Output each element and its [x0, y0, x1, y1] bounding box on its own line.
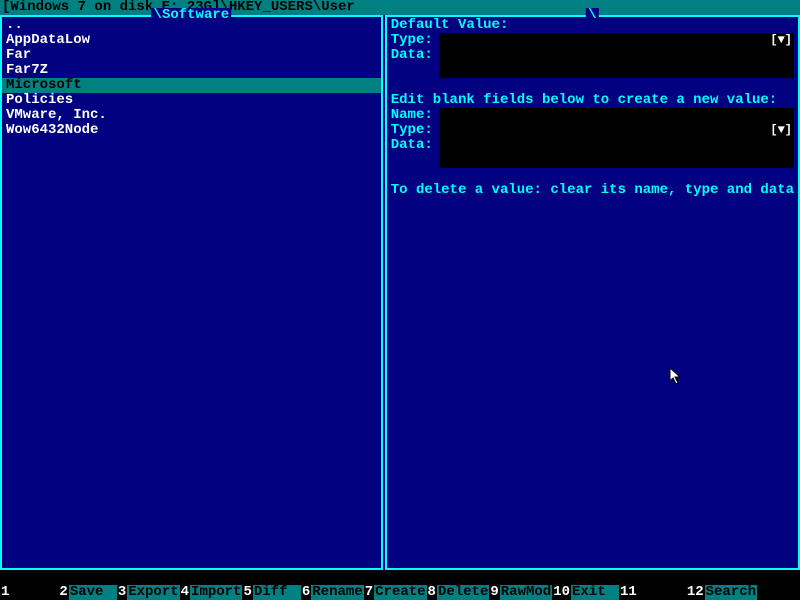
delete-hint: To delete a value: clear its name, type …: [391, 183, 794, 198]
fnkey-number: 4: [180, 585, 190, 600]
list-item[interactable]: Wow6432Node: [2, 123, 381, 138]
list-item[interactable]: AppDataLow: [2, 33, 381, 48]
fnkey-label: Delete: [437, 585, 489, 600]
list-item[interactable]: VMware, Inc.: [2, 108, 381, 123]
command-line[interactable]: [0, 570, 800, 585]
fnkey-4[interactable]: 4Import: [180, 585, 243, 600]
list-item[interactable]: Far: [2, 48, 381, 63]
fnkey-number: 6: [301, 585, 311, 600]
fnkey-12[interactable]: 12Search: [686, 585, 757, 600]
fnkey-2[interactable]: 2Save: [58, 585, 116, 600]
fnkey-number: 9: [489, 585, 499, 600]
fnkey-number: 11: [619, 585, 638, 600]
right-panel: \ Default Value: Type: [▼] Data: Edit bl…: [385, 15, 800, 570]
fnkey-label: Import: [190, 585, 242, 600]
fnkey-11[interactable]: 11: [619, 585, 686, 600]
fnkey-number: 5: [242, 585, 252, 600]
fnkey-6[interactable]: 6Rename: [301, 585, 364, 600]
new-type-dropdown[interactable]: [▼]: [439, 123, 794, 138]
fnkey-5[interactable]: 5Diff: [242, 585, 300, 600]
registry-key-list[interactable]: ..AppDataLowFarFar7ZMicrosoftPoliciesVMw…: [2, 17, 381, 138]
fnkey-label: Search: [705, 585, 757, 600]
fnkey-label: RawMod: [500, 585, 552, 600]
fnkey-label: Export: [127, 585, 179, 600]
panels-container: \Software ..AppDataLowFarFar7ZMicrosoftP…: [0, 15, 800, 570]
fnkey-number: 7: [364, 585, 374, 600]
name-label: Name:: [391, 108, 439, 123]
fnkey-label: Save: [69, 585, 117, 600]
fnkey-label: Rename: [311, 585, 363, 600]
default-type-dropdown[interactable]: [▼]: [439, 33, 794, 48]
fnkey-number: 12: [686, 585, 705, 600]
list-item[interactable]: Far7Z: [2, 63, 381, 78]
new-data-input[interactable]: [439, 138, 794, 168]
fnkey-10[interactable]: 10Exit: [552, 585, 619, 600]
list-item[interactable]: Microsoft: [2, 78, 381, 93]
data-label: Data:: [391, 48, 439, 63]
fnkey-label: Exit: [571, 585, 619, 600]
fnkey-7[interactable]: 7Create: [364, 585, 427, 600]
fnkey-9[interactable]: 9RawMod: [489, 585, 552, 600]
list-item[interactable]: Policies: [2, 93, 381, 108]
left-panel: \Software ..AppDataLowFarFar7ZMicrosoftP…: [0, 15, 383, 570]
fnkey-1[interactable]: 1: [0, 585, 58, 600]
dropdown-icon[interactable]: [▼]: [770, 33, 792, 48]
dropdown-icon[interactable]: [▼]: [770, 123, 792, 138]
edit-hint: Edit blank fields below to create a new …: [391, 93, 794, 108]
function-key-bar: 1 2Save 3Export4Import5Diff 6Rename7Crea…: [0, 585, 800, 600]
fnkey-number: 3: [117, 585, 127, 600]
data-label-2: Data:: [391, 138, 439, 153]
fnkey-8[interactable]: 8Delete: [427, 585, 490, 600]
title-bar: [Windows 7 on disk E: 23G]\HKEY_USERS\Us…: [0, 0, 800, 15]
fnkey-label: Create: [374, 585, 426, 600]
fnkey-3[interactable]: 3Export: [117, 585, 180, 600]
right-panel-title: \: [586, 8, 598, 23]
fnkey-number: 2: [58, 585, 68, 600]
default-data-input[interactable]: [439, 48, 794, 78]
fnkey-label: Diff: [253, 585, 301, 600]
type-label: Type:: [391, 33, 439, 48]
fnkey-number: 1: [0, 585, 10, 600]
type-label-2: Type:: [391, 123, 439, 138]
left-panel-title: \Software: [152, 8, 232, 23]
new-name-input[interactable]: [439, 108, 794, 123]
fnkey-number: 8: [427, 585, 437, 600]
fnkey-number: 10: [552, 585, 571, 600]
